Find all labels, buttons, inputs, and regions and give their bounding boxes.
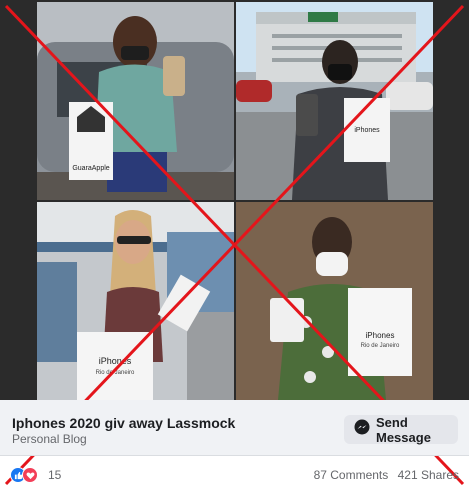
send-message-label: Send Message	[376, 414, 431, 445]
reaction-count: 15	[48, 468, 62, 482]
photo-tile-woman-indoors[interactable]: iPhones Rio de Janeiro	[236, 202, 433, 400]
bag-subtext: Rio de Janeiro	[361, 343, 400, 349]
bag-brand-text: iPhones	[366, 331, 395, 340]
post-footer: 15 87 Comments 421 Shares	[0, 458, 469, 490]
photo-tile-man-parking[interactable]: iPhones	[236, 2, 433, 200]
post-title[interactable]: Iphones 2020 giv away Lassmock	[12, 415, 235, 431]
photo-tile-woman-mall[interactable]: iPhones Rio de Janeiro	[37, 202, 234, 400]
bag-brand-text: iPhones	[354, 127, 380, 134]
reactions-summary[interactable]: 15	[10, 467, 61, 483]
page-category: Personal Blog	[12, 432, 87, 446]
bag-brand-text: iPhones	[99, 356, 132, 366]
shares-count-link[interactable]: 421 Shares	[398, 468, 459, 482]
post-photo-collage[interactable]: GuaraApple iPhones iPhones Rio de Janeir…	[0, 0, 469, 400]
engagement-stats: 87 Comments 421 Shares	[314, 468, 459, 482]
comments-count-link[interactable]: 87 Comments	[314, 468, 389, 482]
love-icon	[22, 467, 38, 483]
bag-brand-text: GuaraApple	[72, 165, 109, 172]
messenger-icon	[354, 419, 370, 440]
send-message-button[interactable]: Send Message	[344, 414, 458, 445]
photo-tile-woman-car[interactable]: GuaraApple	[37, 2, 234, 200]
bag-subtext: Rio de Janeiro	[96, 370, 135, 376]
